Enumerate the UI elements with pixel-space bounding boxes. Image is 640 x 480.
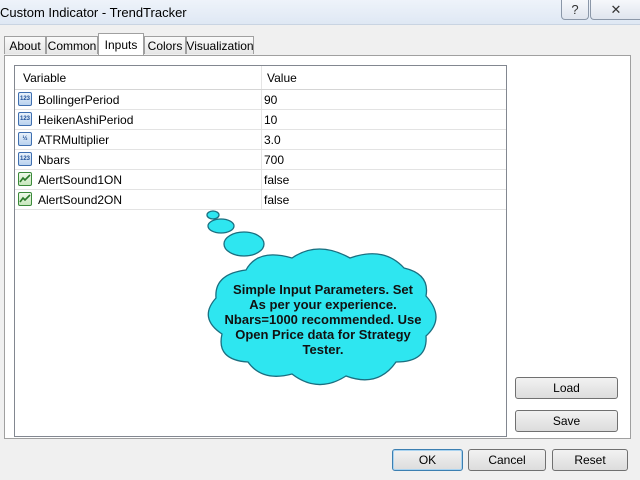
close-icon: ✕ bbox=[610, 1, 622, 17]
table-row[interactable]: 123 HeikenAshiPeriod 10 bbox=[15, 110, 506, 130]
table-row[interactable]: AlertSound2ON false bbox=[15, 190, 506, 210]
callout-line: Open Price data for Strategy bbox=[235, 327, 411, 342]
tab-label: Visualization bbox=[186, 38, 254, 53]
callout-text: Simple Input Parameters. Set As per your… bbox=[208, 282, 438, 357]
reset-button-label: Reset bbox=[574, 453, 606, 467]
variable-name: Nbars bbox=[38, 153, 71, 167]
help-icon: ? bbox=[571, 2, 579, 17]
table-row[interactable]: 123 BollingerPeriod 90 bbox=[15, 90, 506, 110]
variable-value[interactable]: 90 bbox=[264, 93, 277, 107]
cell-divider bbox=[261, 190, 262, 209]
inputs-table[interactable]: Variable Value 123 BollingerPeriod 90 12… bbox=[14, 65, 507, 437]
tab-label: Common bbox=[47, 38, 97, 53]
variable-name: HeikenAshiPeriod bbox=[38, 113, 134, 127]
column-divider[interactable] bbox=[261, 66, 262, 89]
table-row[interactable]: ½ ATRMultiplier 3.0 bbox=[15, 130, 506, 150]
bool-icon bbox=[18, 192, 32, 206]
cell-divider bbox=[261, 170, 262, 189]
variable-name: AlertSound1ON bbox=[38, 173, 123, 187]
bool-icon bbox=[18, 172, 32, 186]
tab-label: Inputs bbox=[104, 37, 138, 52]
table-row[interactable]: AlertSound1ON false bbox=[15, 170, 506, 190]
variable-value[interactable]: false bbox=[264, 193, 289, 207]
callout-line: Nbars=1000 recommended. Use bbox=[224, 312, 422, 327]
column-header-variable[interactable]: Variable bbox=[23, 71, 66, 85]
tab-label: Colors bbox=[147, 38, 183, 53]
title-bar: Custom Indicator - TrendTracker ? ✕ bbox=[0, 0, 640, 25]
variable-name: BollingerPeriod bbox=[38, 93, 120, 107]
tab-colors[interactable]: Colors bbox=[144, 36, 186, 54]
cancel-button-label: Cancel bbox=[488, 453, 526, 467]
variable-value[interactable]: 3.0 bbox=[264, 133, 281, 147]
cell-divider bbox=[261, 90, 262, 109]
tab-label: About bbox=[9, 38, 41, 53]
int-icon: 123 bbox=[18, 92, 32, 106]
ok-button-label: OK bbox=[418, 453, 437, 467]
cell-divider bbox=[261, 150, 262, 169]
int-icon: 123 bbox=[18, 112, 32, 126]
table-header: Variable Value bbox=[15, 66, 506, 90]
double-icon: ½ bbox=[18, 132, 32, 146]
variable-value[interactable]: false bbox=[264, 173, 289, 187]
callout-line: Tester. bbox=[302, 342, 344, 357]
tab-inputs[interactable]: Inputs bbox=[98, 33, 144, 55]
load-button[interactable]: Load bbox=[515, 377, 618, 399]
tab-visualization[interactable]: Visualization bbox=[186, 36, 254, 54]
help-button[interactable]: ? bbox=[561, 0, 589, 20]
close-button[interactable]: ✕ bbox=[590, 0, 640, 20]
variable-value[interactable]: 700 bbox=[264, 153, 284, 167]
column-header-value[interactable]: Value bbox=[267, 71, 297, 85]
save-button-label: Save bbox=[552, 414, 581, 428]
cell-divider bbox=[261, 110, 262, 129]
save-button[interactable]: Save bbox=[515, 410, 618, 432]
ok-button[interactable]: OK bbox=[392, 449, 463, 471]
reset-button[interactable]: Reset bbox=[552, 449, 628, 471]
callout-line: Simple Input Parameters. Set bbox=[233, 282, 413, 297]
load-button-label: Load bbox=[553, 381, 580, 395]
callout-line: As per your experience. bbox=[249, 297, 397, 312]
variable-value[interactable]: 10 bbox=[264, 113, 277, 127]
tab-about[interactable]: About bbox=[4, 36, 46, 54]
int-icon: 123 bbox=[18, 152, 32, 166]
cell-divider bbox=[261, 130, 262, 149]
window-title: Custom Indicator - TrendTracker bbox=[0, 5, 187, 20]
table-row[interactable]: 123 Nbars 700 bbox=[15, 150, 506, 170]
variable-name: AlertSound2ON bbox=[38, 193, 123, 207]
cancel-button[interactable]: Cancel bbox=[468, 449, 546, 471]
variable-name: ATRMultiplier bbox=[38, 133, 110, 147]
tab-common[interactable]: Common bbox=[46, 36, 98, 54]
